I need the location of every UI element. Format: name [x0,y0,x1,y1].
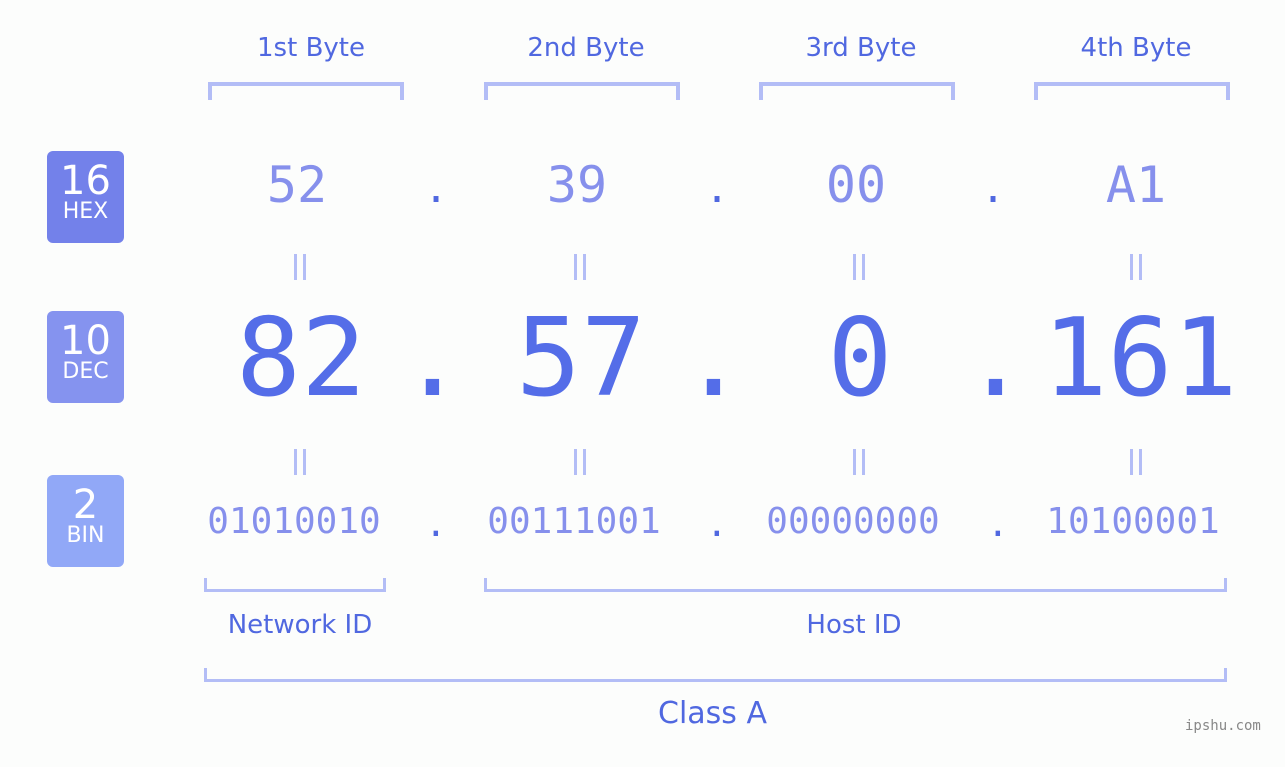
network-id-label: Network ID [227,610,373,640]
hex-value-4: A1 [1105,156,1167,214]
hex-badge: 16 HEX [47,151,124,243]
dec-value-1: 82 [235,296,367,421]
byte-header-2: 2nd Byte [527,33,645,63]
equals-icon [280,248,320,289]
bin-separator-3: . [987,504,1009,545]
bin-badge: 2 BIN [47,475,124,567]
byte-header-3: 3rd Byte [805,33,917,63]
dec-value-2: 57 [515,296,647,421]
watermark: ipshu.com [1185,718,1261,734]
byte-bracket-3 [759,82,955,100]
hex-value-3: 00 [825,156,887,214]
host-id-label: Host ID [806,610,902,640]
byte-header-4: 4th Byte [1080,33,1192,63]
dec-separator-3: . [963,296,1029,421]
byte-header-1: 1st Byte [257,33,365,63]
dec-value-3: 0 [827,296,893,421]
bin-value-1: 01010010 [207,501,381,542]
bin-value-3: 00000000 [766,501,940,542]
dec-badge: 10 DEC [47,311,124,403]
hex-value-2: 39 [546,156,608,214]
hex-separator-2: . [705,166,730,212]
hex-label: HEX [62,199,109,224]
equals-icon [1116,248,1156,289]
equals-icon [280,443,320,484]
equals-icon [839,443,879,484]
bin-separator-1: . [425,504,447,545]
dec-label: DEC [62,359,109,384]
class-label: Class A [658,696,767,731]
byte-bracket-2 [484,82,680,100]
hex-separator-3: . [981,166,1006,212]
class-bracket [204,668,1227,682]
bin-value-2: 00111001 [487,501,661,542]
bin-separator-2: . [706,504,728,545]
dec-separator-1: . [400,296,466,421]
equals-icon [560,443,600,484]
byte-bracket-4 [1034,82,1230,100]
bin-value-4: 10100001 [1046,501,1220,542]
bin-base: 2 [72,482,99,528]
hex-separator-1: . [424,166,449,212]
equals-icon [839,248,879,289]
byte-bracket-1 [208,82,404,100]
hex-value-1: 52 [266,156,328,214]
dec-value-4: 161 [1042,296,1238,421]
dec-separator-2: . [681,296,747,421]
host-id-bracket [484,578,1227,592]
dec-base: 10 [60,318,111,364]
equals-icon [560,248,600,289]
bin-label: BIN [66,523,105,548]
hex-base: 16 [60,158,111,204]
network-id-bracket [204,578,386,592]
equals-icon [1116,443,1156,484]
